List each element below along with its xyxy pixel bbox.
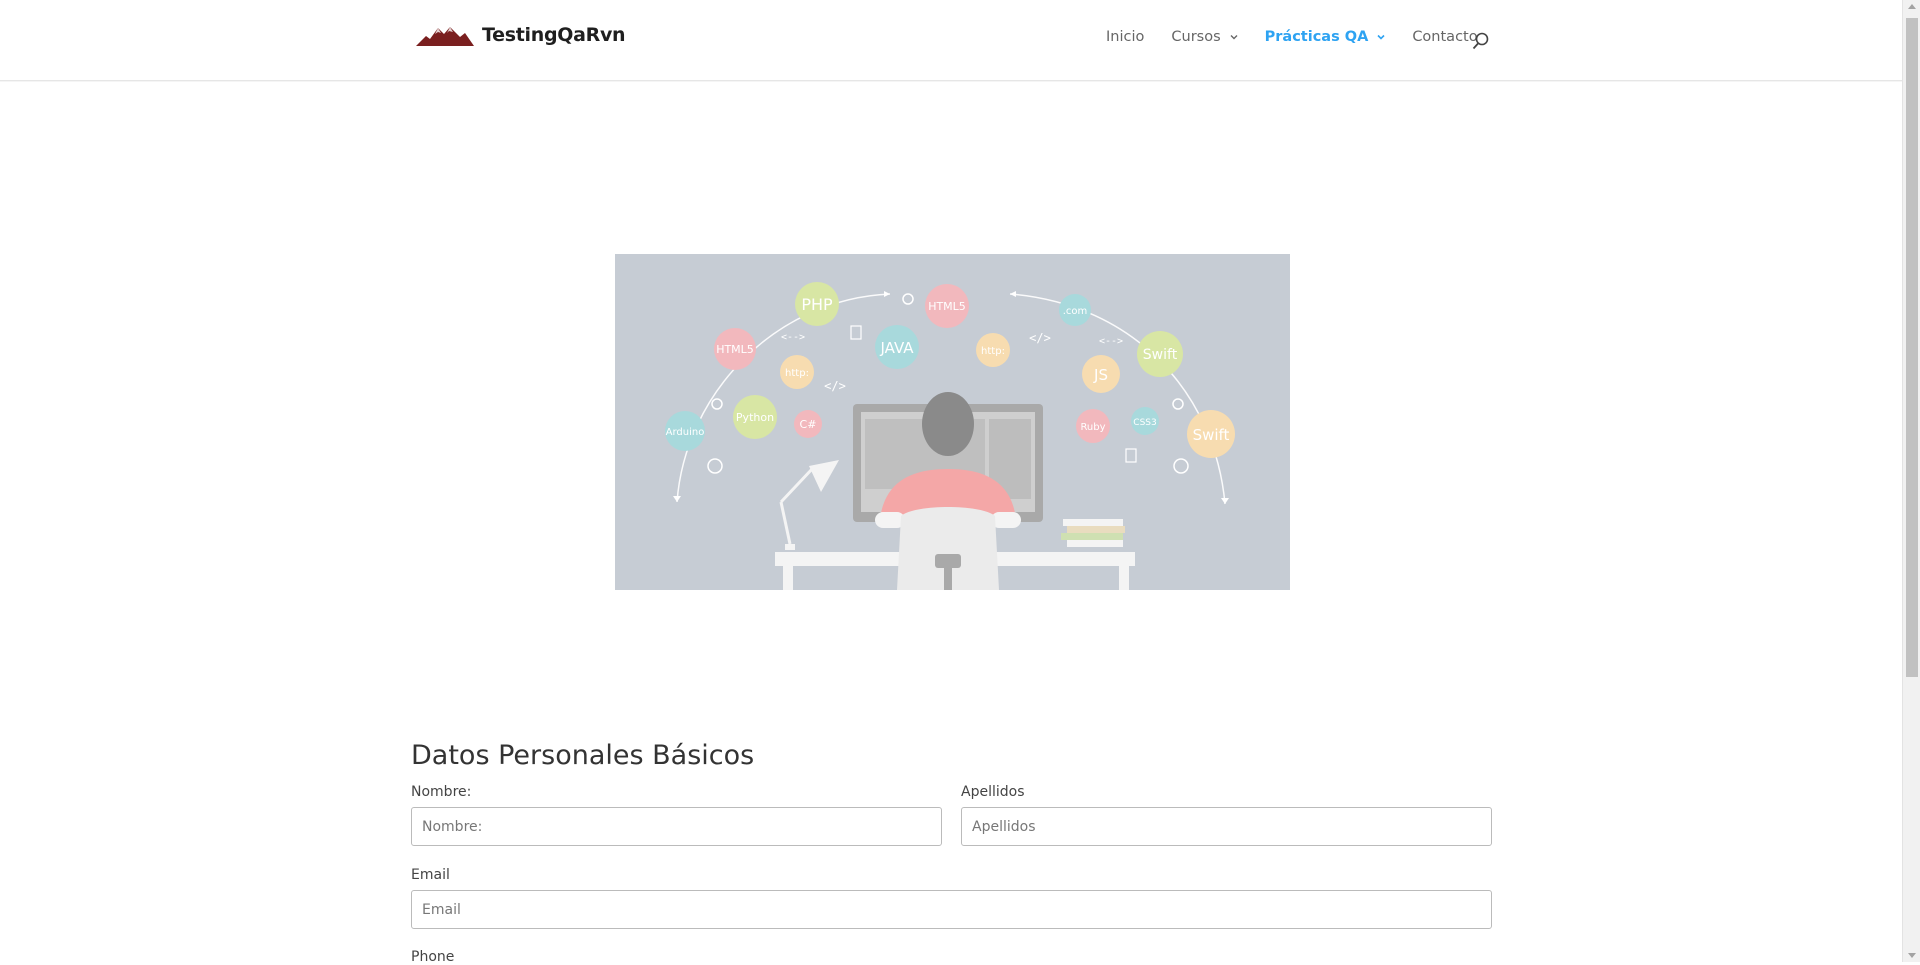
bubble-label: Swift <box>1143 347 1178 363</box>
nav-inicio-label: Inicio <box>1106 29 1145 45</box>
bubble-label: Arduino <box>666 427 705 438</box>
scroll-up-arrow-icon[interactable] <box>1908 4 1916 9</box>
bubble-label: http: <box>981 346 1005 357</box>
scroll-down-arrow-icon[interactable] <box>1908 953 1916 958</box>
bubble-label: Ruby <box>1080 422 1105 433</box>
bubble-label: .com <box>1063 306 1088 317</box>
site-logo[interactable]: TestingQaRvn <box>416 24 626 46</box>
bubble-label: PHP <box>801 295 833 314</box>
nav-practicas-qa[interactable]: Prácticas QA <box>1265 29 1386 45</box>
form-title: Datos Personales Básicos <box>411 740 755 771</box>
page-scrollbar[interactable] <box>1902 0 1920 962</box>
nav-contacto-label: Contacto <box>1412 29 1478 45</box>
main-nav: Inicio Cursos Prácticas QA Contacto <box>1106 29 1505 45</box>
nav-cursos[interactable]: Cursos <box>1171 29 1238 45</box>
phone-label: Phone <box>411 949 455 965</box>
search-icon <box>1472 32 1489 50</box>
search-button[interactable] <box>1471 31 1491 51</box>
nav-contacto[interactable]: Contacto <box>1412 29 1477 45</box>
chevron-down-icon <box>1377 34 1385 40</box>
logo-text: TestingQaRvn <box>482 24 626 46</box>
bubble-label: C# <box>800 418 817 431</box>
mountain-logo-icon <box>416 27 474 46</box>
hero-image: PHP HTML5 .com HTML5 JAVA http: Swift ht… <box>615 254 1290 590</box>
scroll-thumb[interactable] <box>1906 18 1918 677</box>
chevron-down-icon <box>1230 35 1238 40</box>
apellidos-input[interactable] <box>961 807 1492 846</box>
nombre-input[interactable] <box>411 807 942 846</box>
code-mark: <--> <box>1099 336 1123 347</box>
bubble-label: JAVA <box>879 339 914 357</box>
bubble-label: JS <box>1093 366 1108 384</box>
bubble-label: CSS3 <box>1133 418 1156 428</box>
bubble-label: Python <box>736 411 774 424</box>
code-mark: </> <box>1029 331 1051 345</box>
nombre-label: Nombre: <box>411 784 472 800</box>
nav-practicas-qa-label: Prácticas QA <box>1264 29 1369 45</box>
bubble-label: http: <box>785 368 809 379</box>
bubble-label: HTML5 <box>716 343 754 356</box>
bubble-label: Swift <box>1193 426 1230 444</box>
apellidos-label: Apellidos <box>961 784 1025 800</box>
email-label: Email <box>411 867 450 883</box>
nav-cursos-label: Cursos <box>1171 29 1221 45</box>
bubble-label: HTML5 <box>928 300 966 313</box>
developer-illustration: PHP HTML5 .com HTML5 JAVA http: Swift ht… <box>665 282 1235 590</box>
email-input[interactable] <box>411 890 1492 929</box>
code-mark: <--> <box>781 332 805 343</box>
nav-inicio[interactable]: Inicio <box>1106 29 1144 45</box>
site-header: TestingQaRvn Inicio Cursos Prácticas QA … <box>0 0 1902 81</box>
code-mark: </> <box>824 379 846 393</box>
